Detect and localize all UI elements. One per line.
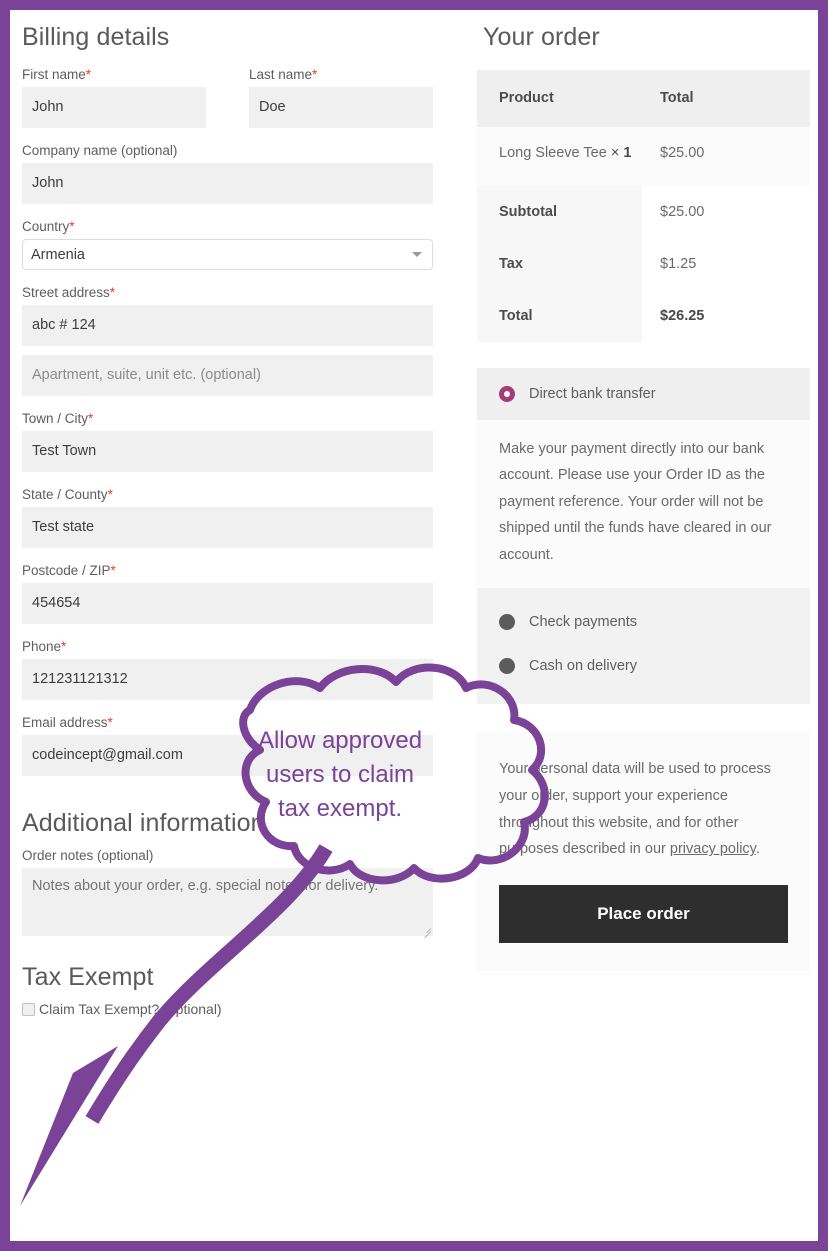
tax-exempt-title: Tax Exempt (22, 963, 154, 991)
summary-label-subtotal: Subtotal (477, 186, 642, 239)
required-asterisk: * (69, 219, 75, 234)
order-line-item-name-cell: Long Sleeve Tee × 1 (477, 127, 642, 187)
order-table-header-row: Product Total (477, 70, 810, 127)
radio-selected-icon[interactable] (499, 386, 515, 403)
country-select-wrapper: Armenia (22, 239, 433, 270)
order-summary-row-total: Total $26.25 (477, 290, 810, 343)
required-asterisk: * (107, 715, 113, 730)
first-name-label: First name* (22, 67, 92, 82)
checkout-page: Billing details First name* Last name* C… (10, 10, 818, 1241)
annotation-arrow-head (20, 1046, 118, 1206)
payment-method-label: Direct bank transfer (529, 386, 656, 403)
claim-tax-exempt-checkbox[interactable] (22, 1002, 35, 1016)
phone-input[interactable] (22, 659, 433, 700)
place-order-button[interactable]: Place order (499, 885, 788, 944)
country-select[interactable]: Armenia (22, 239, 433, 270)
state-county-input[interactable] (22, 507, 433, 548)
last-name-input[interactable] (249, 87, 433, 128)
column-header-product: Product (477, 70, 642, 127)
privacy-policy-link[interactable]: privacy policy (670, 841, 756, 857)
order-summary-row-subtotal: Subtotal $25.00 (477, 186, 810, 239)
payment-method-description: Make your payment directly into our bank… (477, 420, 810, 588)
summary-value-subtotal: $25.00 (642, 186, 810, 239)
payment-method-check-payments[interactable]: Check payments (477, 600, 810, 644)
phone-label: Phone* (22, 639, 67, 654)
claim-tax-exempt-label: Claim Tax Exempt? (optional) (39, 1001, 222, 1017)
billing-column: Billing details First name* Last name* C… (14, 10, 441, 1017)
order-summary-row-tax: Tax $1.25 (477, 238, 810, 291)
annotation-line-2: users to claim (265, 761, 415, 788)
order-notes-field-group: Order notes (optional) (14, 847, 441, 939)
town-city-label: Town / City* (22, 411, 94, 426)
company-field-group: Company name (optional) (14, 142, 441, 204)
required-asterisk: * (61, 639, 67, 654)
payment-method-label: Check payments (529, 613, 637, 630)
country-field-group: Country* Armenia (14, 218, 441, 270)
first-name-field-group: First name* (22, 66, 206, 128)
summary-value-tax: $1.25 (642, 238, 810, 291)
order-summary-table: Product Total Long Sleeve Tee × 1 $25.00… (477, 70, 810, 343)
postcode-field-group: Postcode / ZIP* (14, 562, 441, 624)
last-name-label: Last name* (249, 67, 318, 82)
annotation-line-1: Allow approved (257, 727, 423, 754)
state-county-label: State / County* (22, 487, 113, 502)
order-line-item-row: Long Sleeve Tee × 1 $25.00 (477, 127, 810, 187)
your-order-title: Your order (483, 23, 600, 51)
payment-method-label: Cash on delivery (529, 657, 637, 674)
order-table-head: Product Total (477, 70, 810, 127)
tax-exempt-checkbox-row[interactable]: Claim Tax Exempt? (optional) (14, 1001, 441, 1017)
billing-details-title: Billing details (22, 23, 170, 51)
payment-methods-list: Check payments Cash on delivery (477, 587, 810, 704)
required-asterisk: * (110, 563, 116, 578)
required-asterisk: * (85, 67, 92, 82)
payment-methods: Direct bank transfer Make your payment d… (477, 368, 810, 704)
annotation-bubble-text: Allow approved users to claim tax exempt… (222, 724, 458, 826)
order-notes-textarea[interactable] (22, 868, 433, 936)
required-asterisk: * (312, 67, 318, 82)
postcode-label: Postcode / ZIP* (22, 563, 116, 578)
summary-label-total: Total (477, 290, 642, 343)
order-table-body: Long Sleeve Tee × 1 $25.00 Subtotal $25.… (477, 127, 810, 343)
street-address-field-group: Street address* (14, 284, 441, 346)
last-name-field-group: Last name* (249, 66, 433, 128)
radio-unselected-icon[interactable] (499, 613, 515, 630)
order-line-item-name: Long Sleeve Tee (499, 145, 607, 161)
company-input[interactable] (22, 163, 433, 204)
required-asterisk: * (107, 487, 113, 502)
name-row: First name* Last name* (14, 66, 441, 128)
privacy-and-submit: Your personal data will be used to proce… (477, 731, 810, 972)
column-header-total: Total (642, 70, 810, 127)
first-name-input[interactable] (22, 87, 206, 128)
order-notes-wrapper (22, 868, 433, 939)
country-label: Country* (22, 219, 75, 234)
postcode-input[interactable] (22, 583, 433, 624)
radio-unselected-icon[interactable] (499, 657, 515, 674)
order-column: Your order Product Total Long Sleeve Tee… (477, 10, 810, 972)
payment-method-cash-on-delivery[interactable]: Cash on delivery (477, 644, 810, 688)
street-address-input[interactable] (22, 305, 433, 346)
state-county-field-group: State / County* (14, 486, 441, 548)
summary-label-tax: Tax (477, 238, 642, 291)
payment-method-direct-bank-transfer[interactable]: Direct bank transfer (477, 368, 810, 421)
privacy-text-after: . (755, 841, 760, 858)
street-address-label: Street address* (22, 285, 116, 300)
privacy-policy-text: Your personal data will be used to proce… (499, 756, 788, 863)
annotation-line-3: tax exempt. (277, 795, 403, 822)
phone-field-group: Phone* (14, 638, 441, 700)
order-line-item-quantity: × 1 (610, 145, 632, 161)
order-notes-label: Order notes (optional) (22, 848, 154, 863)
town-city-field-group: Town / City* (14, 410, 441, 472)
required-asterisk: * (88, 411, 94, 426)
address-line-2-input[interactable] (22, 355, 433, 396)
summary-value-total: $26.25 (642, 290, 810, 343)
town-city-input[interactable] (22, 431, 433, 472)
company-label: Company name (optional) (22, 143, 178, 158)
required-asterisk: * (109, 285, 116, 300)
order-line-item-total: $25.00 (642, 127, 810, 187)
address-line-2-field-group (14, 355, 441, 396)
